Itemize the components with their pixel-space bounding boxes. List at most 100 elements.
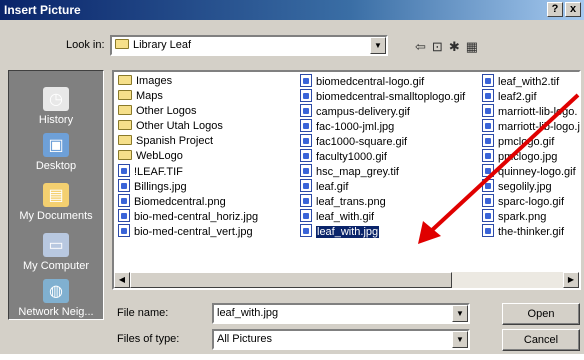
views-icon[interactable]: ▦ bbox=[466, 39, 484, 54]
image-file-icon bbox=[118, 179, 130, 192]
file-name: pmclogo.jpg bbox=[498, 151, 558, 163]
file-item[interactable]: Billings.jpg bbox=[118, 179, 258, 194]
file-name: Maps bbox=[136, 90, 163, 102]
file-name: leaf_with2.tif bbox=[498, 76, 560, 88]
folder-icon bbox=[118, 75, 132, 85]
image-file-icon bbox=[300, 134, 312, 147]
filename-value: leaf_with.jpg bbox=[217, 307, 279, 319]
horizontal-scrollbar[interactable]: ◀ ▶ bbox=[114, 272, 579, 288]
file-name: WebLogo bbox=[136, 150, 183, 162]
file-name: Billings.jpg bbox=[134, 181, 187, 193]
chevron-down-icon[interactable]: ▼ bbox=[370, 37, 386, 54]
file-list[interactable]: Images Maps Other Logos Other Utah Logos Spa… bbox=[112, 70, 581, 290]
folder-icon bbox=[118, 90, 132, 100]
place-network[interactable]: ◍ Network Neig... bbox=[9, 279, 103, 318]
place-label: My Documents bbox=[19, 210, 93, 222]
file-item[interactable]: leaf.gif bbox=[300, 179, 465, 194]
file-name: leaf_with.jpg bbox=[316, 226, 380, 238]
file-item[interactable]: pmclogo.jpg bbox=[482, 149, 580, 164]
image-file-icon bbox=[300, 224, 312, 237]
file-item[interactable]: hsc_map_grey.tif bbox=[300, 164, 465, 179]
image-file-icon bbox=[482, 149, 494, 162]
up-folder-icon[interactable]: ⊡ bbox=[432, 39, 449, 54]
file-name: pmclogo.gif bbox=[498, 136, 555, 148]
lookin-dropdown[interactable]: Library Leaf ▼ bbox=[110, 35, 388, 56]
file-name: marriott-lib-logo. bbox=[498, 106, 578, 118]
file-item[interactable]: biomedcentral-smalltoplogo.gif bbox=[300, 89, 465, 104]
file-item[interactable]: fac1000-square.gif bbox=[300, 134, 465, 149]
close-button[interactable]: x bbox=[565, 2, 581, 17]
scroll-right-icon[interactable]: ▶ bbox=[563, 272, 579, 288]
toolbar-icons: ⇦⊡✱▦ bbox=[415, 39, 484, 55]
file-item[interactable]: quinney-logo.gif bbox=[482, 164, 580, 179]
open-button[interactable]: Open bbox=[502, 303, 580, 325]
file-name: fac1000-square.gif bbox=[316, 136, 408, 148]
image-file-icon bbox=[482, 179, 494, 192]
cancel-button[interactable]: Cancel bbox=[502, 329, 580, 351]
file-name: biomedcentral-logo.gif bbox=[316, 76, 425, 88]
new-folder-icon[interactable]: ✱ bbox=[449, 39, 466, 54]
file-item[interactable]: campus-delivery.gif bbox=[300, 104, 465, 119]
file-item[interactable]: marriott-lib-logo.j bbox=[482, 119, 580, 134]
file-name: Spanish Project bbox=[136, 135, 214, 147]
file-item[interactable]: sparc-logo.gif bbox=[482, 194, 580, 209]
file-item[interactable]: Maps bbox=[118, 89, 258, 104]
file-item[interactable]: marriott-lib-logo. bbox=[482, 104, 580, 119]
file-item[interactable]: WebLogo bbox=[118, 149, 258, 164]
file-item[interactable]: Other Utah Logos bbox=[118, 119, 258, 134]
file-item[interactable]: fac-1000-jml.jpg bbox=[300, 119, 465, 134]
image-file-icon bbox=[482, 224, 494, 237]
file-name: campus-delivery.gif bbox=[316, 106, 410, 118]
image-file-icon bbox=[118, 194, 130, 207]
file-item[interactable]: bio-med-central_horiz.jpg bbox=[118, 209, 258, 224]
file-item[interactable]: Images bbox=[118, 74, 258, 89]
file-item[interactable]: the-thinker.gif bbox=[482, 224, 580, 239]
file-item[interactable]: bio-med-central_vert.jpg bbox=[118, 224, 258, 239]
image-file-icon bbox=[300, 194, 312, 207]
file-name: marriott-lib-logo.j bbox=[498, 121, 580, 133]
file-name: Other Utah Logos bbox=[136, 120, 223, 132]
file-item[interactable]: biomedcentral-logo.gif bbox=[300, 74, 465, 89]
place-my-computer[interactable]: ▭ My Computer bbox=[9, 233, 103, 272]
chevron-down-icon[interactable]: ▼ bbox=[452, 331, 468, 348]
image-file-icon bbox=[300, 104, 312, 117]
place-desktop[interactable]: ▣ Desktop bbox=[9, 133, 103, 172]
place-history[interactable]: ◷ History bbox=[9, 87, 103, 126]
folder-icon bbox=[115, 39, 129, 49]
scroll-left-icon[interactable]: ◀ bbox=[114, 272, 130, 288]
file-item[interactable]: leaf_trans.png bbox=[300, 194, 465, 209]
file-item[interactable]: Other Logos bbox=[118, 104, 258, 119]
filetype-value: All Pictures bbox=[217, 333, 273, 345]
file-item[interactable]: faculty1000.gif bbox=[300, 149, 465, 164]
file-item[interactable]: Biomedcentral.png bbox=[118, 194, 258, 209]
file-column-2: biomedcentral-logo.gif biomedcentral-smal… bbox=[300, 74, 465, 239]
filename-input[interactable]: leaf_with.jpg ▼ bbox=[212, 303, 470, 324]
file-item[interactable]: leaf2.gif bbox=[482, 89, 580, 104]
file-item[interactable]: Spanish Project bbox=[118, 134, 258, 149]
back-icon[interactable]: ⇦ bbox=[415, 39, 432, 54]
file-item[interactable]: spark.png bbox=[482, 209, 580, 224]
image-file-icon bbox=[118, 224, 130, 237]
chevron-down-icon[interactable]: ▼ bbox=[452, 305, 468, 322]
help-button[interactable]: ? bbox=[547, 2, 563, 17]
file-item[interactable]: leaf_with2.tif bbox=[482, 74, 580, 89]
file-item[interactable]: !LEAF.TIF bbox=[118, 164, 258, 179]
filetype-label: Files of type: bbox=[117, 333, 180, 345]
filename-label: File name: bbox=[117, 307, 169, 319]
image-file-icon bbox=[482, 134, 494, 147]
file-item[interactable]: segolily.jpg bbox=[482, 179, 580, 194]
file-item[interactable]: leaf_with.gif bbox=[300, 209, 465, 224]
file-column-1: Images Maps Other Logos Other Utah Logos Spa… bbox=[118, 74, 258, 239]
image-file-icon bbox=[118, 209, 130, 222]
lookin-value: Library Leaf bbox=[133, 39, 192, 51]
folder-icon bbox=[118, 120, 132, 130]
scroll-thumb[interactable] bbox=[130, 272, 452, 288]
file-name: leaf_with.gif bbox=[316, 211, 375, 223]
image-file-icon bbox=[300, 119, 312, 132]
file-item[interactable]: pmclogo.gif bbox=[482, 134, 580, 149]
file-item[interactable]: leaf_with.jpg bbox=[300, 224, 465, 239]
filetype-select[interactable]: All Pictures ▼ bbox=[212, 329, 470, 350]
file-name: spark.png bbox=[498, 211, 547, 223]
place-my-documents[interactable]: ▤ My Documents bbox=[9, 183, 103, 222]
image-file-icon bbox=[482, 74, 494, 87]
